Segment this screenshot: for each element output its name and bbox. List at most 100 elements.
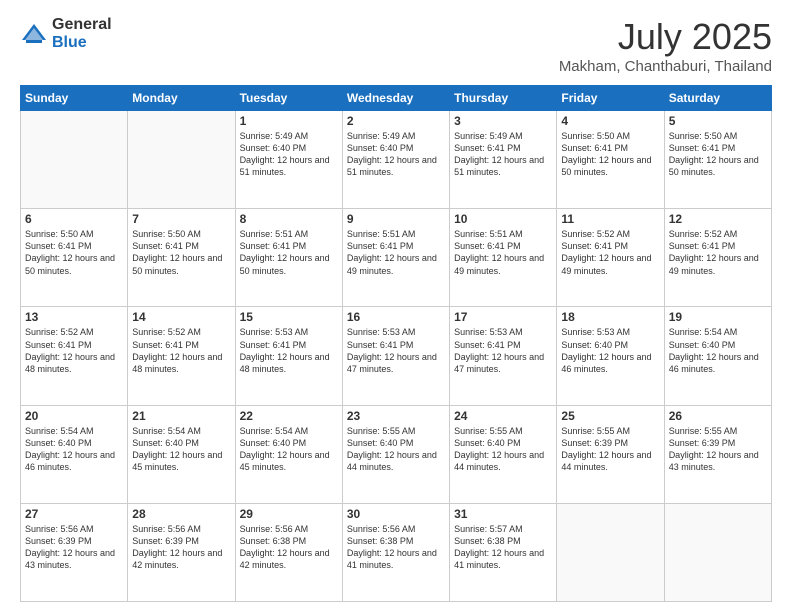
calendar-header-row: Sunday Monday Tuesday Wednesday Thursday…	[21, 86, 772, 111]
day-number: 23	[347, 409, 445, 423]
cell-info: Sunrise: 5:56 AM Sunset: 6:38 PM Dayligh…	[240, 523, 338, 572]
table-row: 9Sunrise: 5:51 AM Sunset: 6:41 PM Daylig…	[342, 209, 449, 307]
table-row: 16 Sunrise: 5:53 AM Sunset: 6:41 PM Dayli…	[342, 307, 449, 405]
day-number: 26	[669, 409, 767, 423]
day-number: 21	[132, 409, 230, 423]
day-number: 30	[347, 507, 445, 521]
page: General Blue July 2025 Makham, Chanthabu…	[0, 0, 792, 612]
table-row: 30Sunrise: 5:56 AM Sunset: 6:38 PM Dayli…	[342, 503, 449, 601]
logo-text: General Blue	[52, 16, 112, 51]
table-row: 18Sunrise: 5:53 AM Sunset: 6:40 PM Dayli…	[557, 307, 664, 405]
cell-info: Sunrise: 5:57 AM Sunset: 6:38 PM Dayligh…	[454, 523, 552, 572]
col-thursday: Thursday	[450, 86, 557, 111]
col-tuesday: Tuesday	[235, 86, 342, 111]
table-row: 22 Sunrise: 5:54 AM Sunset: 6:40 PM Dayli…	[235, 405, 342, 503]
day-number: 31	[454, 507, 552, 521]
table-row	[664, 503, 771, 601]
day-number: 22	[240, 409, 338, 423]
table-row: 28Sunrise: 5:56 AM Sunset: 6:39 PM Dayli…	[128, 503, 235, 601]
table-row: 25 Sunrise: 5:55 AM Sunset: 6:39 PM Dayli…	[557, 405, 664, 503]
table-row: 19Sunrise: 5:54 AM Sunset: 6:40 PM Dayli…	[664, 307, 771, 405]
table-row: 20 Sunrise: 5:54 AM Sunset: 6:40 PM Dayli…	[21, 405, 128, 503]
logo-icon	[20, 20, 48, 48]
table-row: 27 Sunrise: 5:56 AM Sunset: 6:39 PM Dayli…	[21, 503, 128, 601]
day-number: 18	[561, 310, 659, 324]
cell-info: Sunrise: 5:55 AM Sunset: 6:39 PM Dayligh…	[561, 425, 659, 474]
table-row	[128, 111, 235, 209]
day-number: 27	[25, 507, 123, 521]
day-number: 20	[25, 409, 123, 423]
day-number: 5	[669, 114, 767, 128]
cell-info: Sunrise: 5:54 AM Sunset: 6:40 PM Dayligh…	[132, 425, 230, 474]
calendar-week-row: 6Sunrise: 5:50 AM Sunset: 6:41 PM Daylig…	[21, 209, 772, 307]
table-row: 13 Sunrise: 5:52 AM Sunset: 6:41 PM Dayli…	[21, 307, 128, 405]
cell-info: Sunrise: 5:55 AM Sunset: 6:39 PM Dayligh…	[669, 425, 767, 474]
cell-info: Sunrise: 5:50 AM Sunset: 6:41 PM Dayligh…	[669, 130, 767, 179]
cell-info: Sunrise: 5:52 AM Sunset: 6:41 PM Dayligh…	[669, 228, 767, 277]
table-row: 10 Sunrise: 5:51 AM Sunset: 6:41 PM Dayli…	[450, 209, 557, 307]
cell-info: Sunrise: 5:53 AM Sunset: 6:41 PM Dayligh…	[454, 326, 552, 375]
day-number: 16	[347, 310, 445, 324]
table-row: 26 Sunrise: 5:55 AM Sunset: 6:39 PM Dayli…	[664, 405, 771, 503]
cell-info: Sunrise: 5:55 AM Sunset: 6:40 PM Dayligh…	[347, 425, 445, 474]
location-title: Makham, Chanthaburi, Thailand	[559, 58, 772, 75]
table-row: 12 Sunrise: 5:52 AM Sunset: 6:41 PM Dayli…	[664, 209, 771, 307]
day-number: 3	[454, 114, 552, 128]
logo-blue-text: Blue	[52, 34, 112, 52]
day-number: 10	[454, 212, 552, 226]
table-row: 23 Sunrise: 5:55 AM Sunset: 6:40 PM Dayli…	[342, 405, 449, 503]
cell-info: Sunrise: 5:53 AM Sunset: 6:41 PM Dayligh…	[347, 326, 445, 375]
day-number: 8	[240, 212, 338, 226]
col-saturday: Saturday	[664, 86, 771, 111]
cell-info: Sunrise: 5:49 AM Sunset: 6:40 PM Dayligh…	[347, 130, 445, 179]
day-number: 25	[561, 409, 659, 423]
table-row: 14 Sunrise: 5:52 AM Sunset: 6:41 PM Dayli…	[128, 307, 235, 405]
col-sunday: Sunday	[21, 86, 128, 111]
table-row: 4 Sunrise: 5:50 AM Sunset: 6:41 PM Daylig…	[557, 111, 664, 209]
calendar-week-row: 27 Sunrise: 5:56 AM Sunset: 6:39 PM Dayli…	[21, 503, 772, 601]
day-number: 28	[132, 507, 230, 521]
day-number: 15	[240, 310, 338, 324]
cell-info: Sunrise: 5:55 AM Sunset: 6:40 PM Dayligh…	[454, 425, 552, 474]
cell-info: Sunrise: 5:49 AM Sunset: 6:40 PM Dayligh…	[240, 130, 338, 179]
day-number: 13	[25, 310, 123, 324]
cell-info: Sunrise: 5:52 AM Sunset: 6:41 PM Dayligh…	[25, 326, 123, 375]
table-row: 24 Sunrise: 5:55 AM Sunset: 6:40 PM Dayli…	[450, 405, 557, 503]
cell-info: Sunrise: 5:50 AM Sunset: 6:41 PM Dayligh…	[561, 130, 659, 179]
table-row: 3 Sunrise: 5:49 AM Sunset: 6:41 PM Daylig…	[450, 111, 557, 209]
cell-info: Sunrise: 5:54 AM Sunset: 6:40 PM Dayligh…	[25, 425, 123, 474]
table-row: 21 Sunrise: 5:54 AM Sunset: 6:40 PM Dayli…	[128, 405, 235, 503]
cell-info: Sunrise: 5:53 AM Sunset: 6:41 PM Dayligh…	[240, 326, 338, 375]
cell-info: Sunrise: 5:52 AM Sunset: 6:41 PM Dayligh…	[561, 228, 659, 277]
col-friday: Friday	[557, 86, 664, 111]
cell-info: Sunrise: 5:56 AM Sunset: 6:39 PM Dayligh…	[25, 523, 123, 572]
day-number: 1	[240, 114, 338, 128]
day-number: 29	[240, 507, 338, 521]
day-number: 12	[669, 212, 767, 226]
day-number: 4	[561, 114, 659, 128]
table-row: 6Sunrise: 5:50 AM Sunset: 6:41 PM Daylig…	[21, 209, 128, 307]
table-row: 2 Sunrise: 5:49 AM Sunset: 6:40 PM Daylig…	[342, 111, 449, 209]
table-row: 31 Sunrise: 5:57 AM Sunset: 6:38 PM Dayli…	[450, 503, 557, 601]
day-number: 2	[347, 114, 445, 128]
calendar-table: Sunday Monday Tuesday Wednesday Thursday…	[20, 85, 772, 602]
cell-info: Sunrise: 5:51 AM Sunset: 6:41 PM Dayligh…	[240, 228, 338, 277]
day-number: 24	[454, 409, 552, 423]
day-number: 14	[132, 310, 230, 324]
table-row: 7Sunrise: 5:50 AM Sunset: 6:41 PM Daylig…	[128, 209, 235, 307]
table-row: 17 Sunrise: 5:53 AM Sunset: 6:41 PM Dayli…	[450, 307, 557, 405]
cell-info: Sunrise: 5:49 AM Sunset: 6:41 PM Dayligh…	[454, 130, 552, 179]
calendar-week-row: 1 Sunrise: 5:49 AM Sunset: 6:40 PM Daylig…	[21, 111, 772, 209]
table-row: 5 Sunrise: 5:50 AM Sunset: 6:41 PM Daylig…	[664, 111, 771, 209]
day-number: 19	[669, 310, 767, 324]
logo-general-text: General	[52, 16, 112, 34]
day-number: 7	[132, 212, 230, 226]
col-monday: Monday	[128, 86, 235, 111]
table-row: 1 Sunrise: 5:49 AM Sunset: 6:40 PM Daylig…	[235, 111, 342, 209]
col-wednesday: Wednesday	[342, 86, 449, 111]
title-block: July 2025 Makham, Chanthaburi, Thailand	[559, 16, 772, 75]
day-number: 17	[454, 310, 552, 324]
cell-info: Sunrise: 5:52 AM Sunset: 6:41 PM Dayligh…	[132, 326, 230, 375]
cell-info: Sunrise: 5:54 AM Sunset: 6:40 PM Dayligh…	[240, 425, 338, 474]
cell-info: Sunrise: 5:51 AM Sunset: 6:41 PM Dayligh…	[454, 228, 552, 277]
